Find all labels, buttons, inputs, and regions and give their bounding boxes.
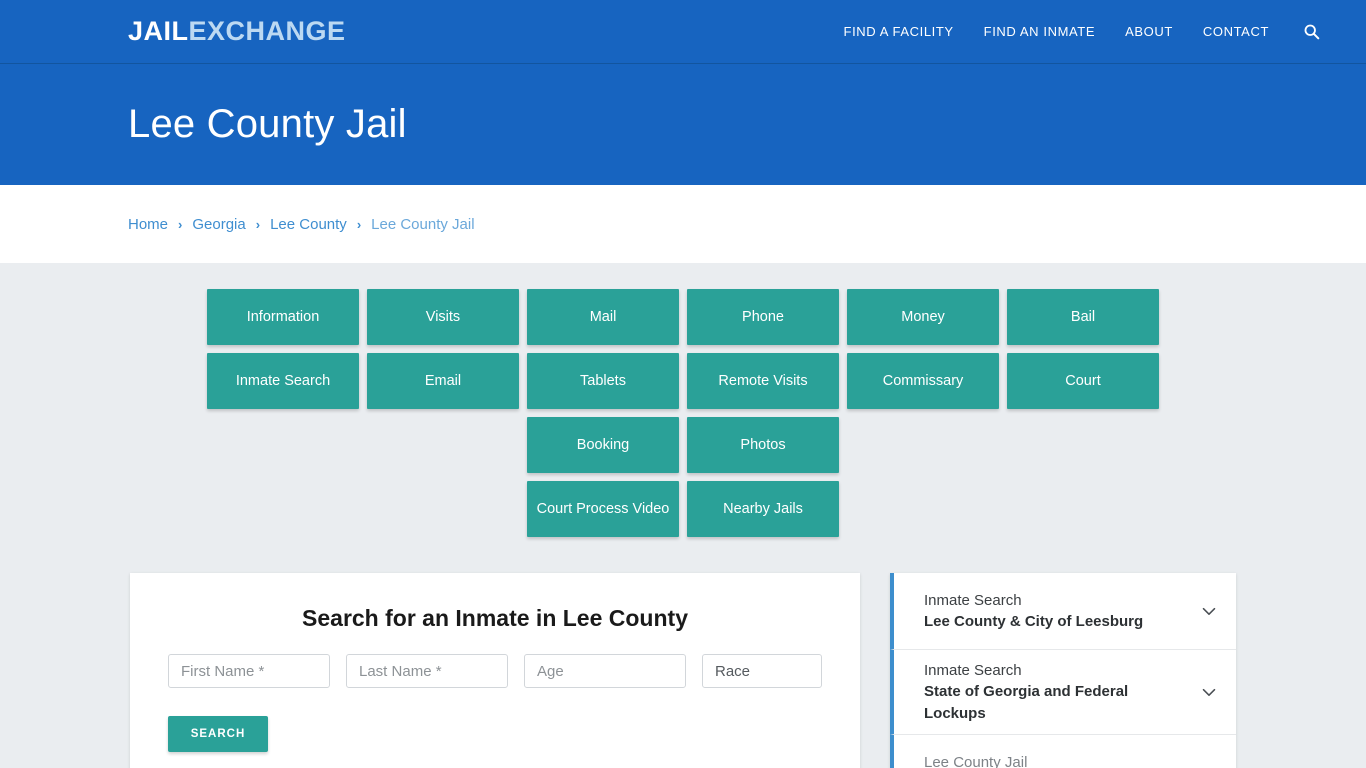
- breadcrumb-item-lee-county-jail: Lee County Jail: [371, 215, 475, 233]
- nav-item-about[interactable]: ABOUT: [1125, 24, 1173, 39]
- first-name-input[interactable]: [168, 654, 330, 688]
- search-submit-button[interactable]: SEARCH: [168, 716, 268, 752]
- logo-text-exchange: EXCHANGE: [188, 16, 346, 46]
- content-columns: Search for an Inmate in Lee County Race …: [128, 573, 1238, 768]
- nav-item-contact[interactable]: CONTACT: [1203, 24, 1269, 39]
- section-button-phone[interactable]: Phone: [687, 289, 839, 345]
- logo-text-jail: JAIL: [128, 16, 189, 46]
- accordion-item-inmate-search-lee-county[interactable]: Inmate Search Lee County & City of Leesb…: [890, 573, 1236, 650]
- accordion-item-subtitle: State of Georgia and Federal Lockups: [924, 683, 1129, 722]
- main-column: Search for an Inmate in Lee County Race …: [130, 573, 860, 768]
- section-button-bail[interactable]: Bail: [1007, 289, 1159, 345]
- breadcrumb-item-georgia[interactable]: Georgia: [192, 216, 245, 233]
- nav-item-find-an-inmate[interactable]: FIND AN INMATE: [984, 24, 1095, 39]
- accordion-item-text: Inmate Search State of Georgia and Feder…: [924, 660, 1188, 724]
- accordion-item-text: Inmate Search Lee County & City of Leesb…: [924, 590, 1188, 633]
- breadcrumb-item-lee-county[interactable]: Lee County: [270, 216, 347, 233]
- site-logo[interactable]: JAILEXCHANGE: [128, 18, 346, 45]
- section-button-photos[interactable]: Photos: [687, 417, 839, 473]
- chevron-down-icon[interactable]: [1198, 762, 1220, 768]
- section-button-information[interactable]: Information: [207, 289, 359, 345]
- inmate-search-card: Search for an Inmate in Lee County Race …: [130, 573, 860, 768]
- content-wrapper: Information Visits Mail Phone Money Bail…: [128, 289, 1238, 768]
- accordion-item-inmate-search-state[interactable]: Inmate Search State of Georgia and Feder…: [890, 650, 1236, 735]
- section-button-court[interactable]: Court: [1007, 353, 1159, 409]
- page-title: Lee County Jail: [128, 102, 407, 146]
- breadcrumb-bar: Home › Georgia › Lee County › Lee County…: [0, 185, 1366, 263]
- breadcrumb-item-home[interactable]: Home: [128, 216, 168, 233]
- page-hero: Lee County Jail: [0, 64, 1366, 185]
- facility-section-buttons-row-3: Court Process Video Nearby Jails: [128, 481, 1238, 537]
- nav-item-find-a-facility[interactable]: FIND A FACILITY: [844, 24, 954, 39]
- facility-section-buttons: Information Visits Mail Phone Money Bail…: [128, 289, 1238, 473]
- accordion-item-contact-information[interactable]: Lee County Jail Contact Information: [890, 734, 1236, 768]
- chevron-right-icon: ›: [255, 216, 261, 232]
- inmate-search-fields: Race: [150, 654, 840, 688]
- accordion-item-subtitle: Lee County & City of Leesburg: [924, 613, 1144, 630]
- chevron-down-icon[interactable]: [1198, 681, 1220, 703]
- chevron-right-icon: ›: [356, 216, 362, 232]
- section-button-mail[interactable]: Mail: [527, 289, 679, 345]
- section-button-visits[interactable]: Visits: [367, 289, 519, 345]
- accordion-item-title: Inmate Search: [924, 662, 1022, 679]
- accordion-item-title: Lee County Jail: [924, 754, 1028, 768]
- main-nav-links: FIND A FACILITY FIND AN INMATE ABOUT CON…: [844, 23, 1342, 40]
- section-button-court-process-video[interactable]: Court Process Video: [527, 481, 679, 537]
- race-select[interactable]: Race: [702, 654, 822, 688]
- section-button-remote-visits[interactable]: Remote Visits: [687, 353, 839, 409]
- section-button-tablets[interactable]: Tablets: [527, 353, 679, 409]
- chevron-down-icon[interactable]: [1198, 600, 1220, 622]
- age-input[interactable]: [524, 654, 686, 688]
- last-name-input[interactable]: [346, 654, 508, 688]
- accordion-item-text: Lee County Jail Contact Information: [924, 752, 1188, 768]
- section-button-inmate-search[interactable]: Inmate Search: [207, 353, 359, 409]
- breadcrumb: Home › Georgia › Lee County › Lee County…: [128, 216, 475, 233]
- sidebar-column: Inmate Search Lee County & City of Leesb…: [890, 573, 1236, 768]
- page-body: Information Visits Mail Phone Money Bail…: [0, 263, 1366, 768]
- chevron-right-icon: ›: [178, 216, 183, 232]
- inmate-search-heading: Search for an Inmate in Lee County: [302, 605, 688, 631]
- sidebar-accordion: Inmate Search Lee County & City of Leesb…: [890, 573, 1236, 768]
- accordion-item-title: Inmate Search: [924, 591, 1022, 609]
- top-navigation-bar: JAILEXCHANGE FIND A FACILITY FIND AN INM…: [0, 0, 1366, 64]
- section-button-money[interactable]: Money: [847, 289, 999, 345]
- section-button-booking[interactable]: Booking: [527, 417, 679, 473]
- search-icon[interactable]: [1303, 23, 1320, 40]
- section-button-commissary[interactable]: Commissary: [847, 353, 999, 409]
- section-button-nearby-jails[interactable]: Nearby Jails: [687, 481, 839, 537]
- section-button-email[interactable]: Email: [367, 353, 519, 409]
